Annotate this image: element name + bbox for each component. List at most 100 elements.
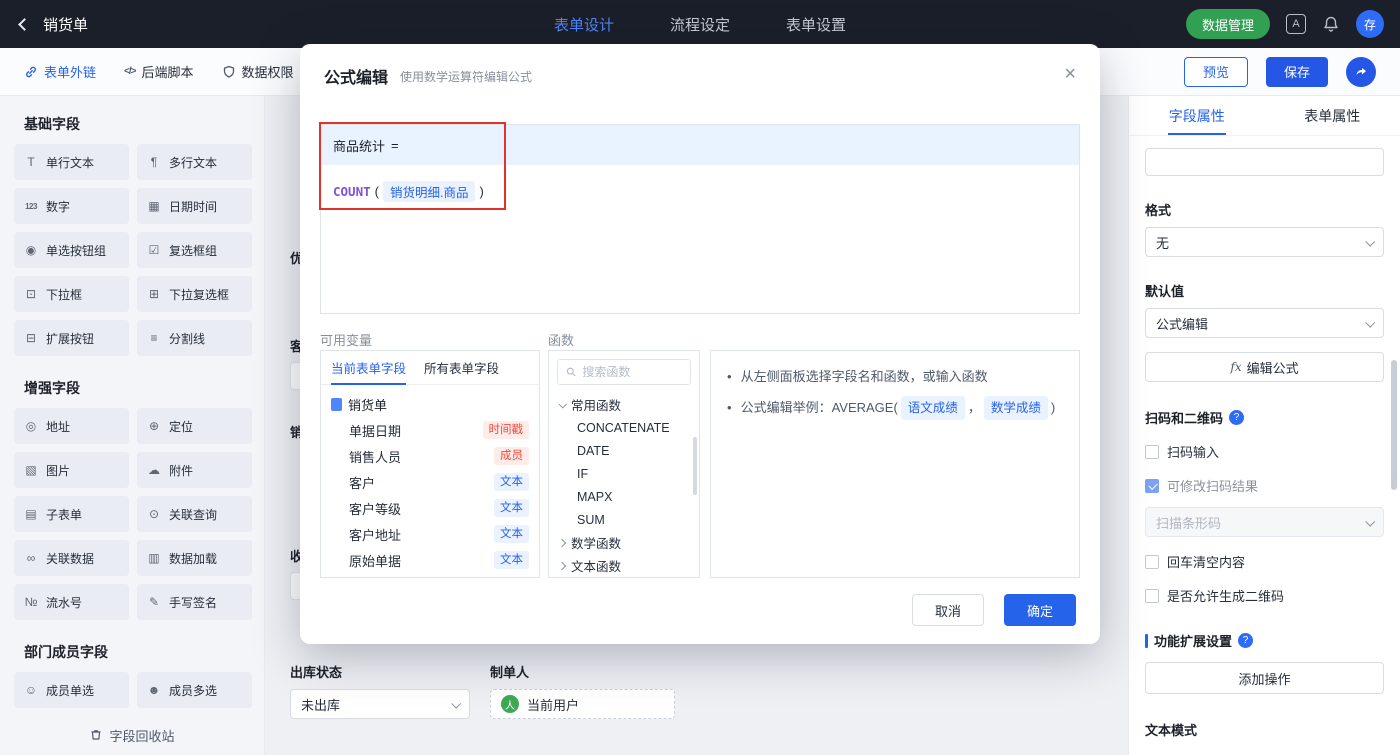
tab-all-form-fields[interactable]: 所有表单字段 xyxy=(424,351,499,384)
sidebar-item-linked-data[interactable]: ∞ 关联数据 xyxy=(14,540,129,576)
field-recycle-bin[interactable]: 字段回收站 xyxy=(0,715,264,755)
function-group-label: 数学函数 xyxy=(571,537,622,551)
sidebar-item-single-line-text[interactable]: T 单行文本 xyxy=(14,144,129,180)
backend-script-link[interactable]: </> 后端脚本 xyxy=(124,62,193,81)
current-user-chip[interactable]: 人 当前用户 xyxy=(490,689,675,719)
sidebar-item-dropdown-multiselect[interactable]: ⊞ 下拉复选框 xyxy=(137,276,252,312)
checkbox-icon[interactable] xyxy=(1145,554,1159,569)
form-external-link[interactable]: 表单外链 xyxy=(24,62,96,81)
scan-barcode-select: 扫描条形码 xyxy=(1145,507,1384,537)
trash-icon xyxy=(91,730,101,740)
scan-input-checkbox-row[interactable]: 扫码输入 xyxy=(1145,442,1384,461)
function-search-input[interactable] xyxy=(582,365,682,379)
modify-scan-result-checkbox-row[interactable]: 可修改扫码结果 xyxy=(1145,476,1384,495)
variable-name: 客户等级 xyxy=(349,501,402,517)
sidebar-item-label: 关联数据 xyxy=(46,551,95,566)
sidebar-item-image[interactable]: ▧ 图片 xyxy=(14,452,129,488)
tab-field-properties[interactable]: 字段属性 xyxy=(1129,96,1265,135)
tab-form-settings[interactable]: 表单设置 xyxy=(786,14,846,35)
add-action-button[interactable]: 添加操作 xyxy=(1145,662,1384,694)
sidebar-item-linked-query[interactable]: ⊙ 关联查询 xyxy=(137,496,252,532)
sidebar-item-label: 下拉框 xyxy=(46,287,83,302)
help-example-suffix: ) xyxy=(1050,400,1056,415)
data-permission-link[interactable]: 数据权限 xyxy=(222,62,294,81)
page-scrollbar[interactable] xyxy=(1391,360,1397,490)
tab-form-properties[interactable]: 表单属性 xyxy=(1265,96,1400,135)
function-item-if[interactable]: IF xyxy=(549,462,699,485)
formula-expression-editor[interactable]: COUNT ( 销货明细.商品 ) xyxy=(321,165,1079,218)
save-button[interactable]: 保存 xyxy=(1265,56,1328,87)
sidebar-item-divider[interactable]: ≡ 分割线 xyxy=(137,320,252,356)
sidebar-item-member-single[interactable]: ☺ 成员单选 xyxy=(14,672,129,708)
variable-row[interactable]: 单据日期 时间戳 xyxy=(331,417,529,443)
edit-formula-button[interactable]: fx 编辑公式 xyxy=(1145,352,1384,382)
enter-clear-checkbox-row[interactable]: 回车清空内容 xyxy=(1145,552,1384,571)
sidebar-item-checkbox-group[interactable]: ☑ 复选框组 xyxy=(137,232,252,268)
function-group-text[interactable]: 文本函数 xyxy=(549,554,699,577)
stock-status-select[interactable]: 未出库 xyxy=(290,689,470,719)
function-item-sum[interactable]: SUM xyxy=(549,508,699,531)
sidebar-item-serial-number[interactable]: № 流水号 xyxy=(14,584,129,620)
sidebar-item-extend-button[interactable]: ⊟ 扩展按钮 xyxy=(14,320,129,356)
formula-field-tag[interactable]: 销货明细.商品 xyxy=(382,181,476,202)
sidebar-item-number[interactable]: 123 数字 xyxy=(14,188,129,224)
allow-qrcode-checkbox-row[interactable]: 是否允许生成二维码 xyxy=(1145,586,1384,605)
member-multi-icon: ☻ xyxy=(147,683,161,697)
sidebar-item-subform[interactable]: ▤ 子表单 xyxy=(14,496,129,532)
data-manage-button[interactable]: 数据管理 xyxy=(1185,9,1270,39)
tab-current-form-fields[interactable]: 当前表单字段 xyxy=(331,351,407,385)
checkbox-icon[interactable] xyxy=(1145,444,1159,459)
sidebar-item-attachment[interactable]: ☁ 附件 xyxy=(137,452,252,488)
variables-root-form[interactable]: 销货单 xyxy=(331,391,529,417)
tab-form-design[interactable]: 表单设计 xyxy=(554,14,614,35)
function-group-common[interactable]: 常用函数 xyxy=(549,393,699,416)
sidebar-item-address[interactable]: ◎ 地址 xyxy=(14,408,129,444)
calendar-icon: ▦ xyxy=(148,199,160,213)
function-group-math[interactable]: 数学函数 xyxy=(549,531,699,554)
maker-field: 制单人 人 当前用户 xyxy=(490,662,675,719)
sidebar-item-date-time[interactable]: ▦ 日期时间 xyxy=(137,188,252,224)
sidebar-item-data-load[interactable]: ▥ 数据加载 xyxy=(137,540,252,576)
default-value-select[interactable]: 公式编辑 xyxy=(1145,308,1384,338)
functions-scrollbar[interactable] xyxy=(693,437,697,495)
format-select[interactable]: 无 xyxy=(1145,227,1384,257)
formula-paren-close: ) xyxy=(479,184,484,199)
data-permission-label: 数据权限 xyxy=(241,65,294,80)
sidebar-item-member-multi[interactable]: ☻ 成员多选 xyxy=(137,672,252,708)
variable-row[interactable]: 客户等级 文本 xyxy=(331,495,529,521)
function-item-mapx[interactable]: MAPX xyxy=(549,485,699,508)
preview-button[interactable]: 预览 xyxy=(1183,56,1248,87)
function-item-date[interactable]: DATE xyxy=(549,439,699,462)
back-chevron-icon xyxy=(18,17,31,31)
variable-row[interactable]: 销售人员 成员 xyxy=(331,443,529,469)
dropdown-multi-icon: ⊞ xyxy=(148,287,160,301)
checkbox-icon[interactable] xyxy=(1145,588,1159,603)
tab-flow-settings[interactable]: 流程设定 xyxy=(670,14,730,35)
variable-row[interactable]: 客户地址 文本 xyxy=(331,521,529,547)
sidebar-item-handwritten-signature[interactable]: ✎ 手写签名 xyxy=(137,584,252,620)
share-button[interactable] xyxy=(1346,56,1376,87)
sidebar-item-dropdown[interactable]: ⊡ 下拉框 xyxy=(14,276,129,312)
checkbox-checked-icon[interactable] xyxy=(1145,478,1159,493)
sidebar-item-label: 扩展按钮 xyxy=(46,331,95,346)
language-icon[interactable]: A xyxy=(1286,14,1306,34)
cancel-button[interactable]: 取消 xyxy=(912,594,984,626)
sidebar-item-radio-group[interactable]: ◉ 单选按钮组 xyxy=(14,232,129,268)
variable-row[interactable]: 原始单据 文本 xyxy=(331,547,529,573)
sidebar-item-multi-line-text[interactable]: ¶ 多行文本 xyxy=(137,144,252,180)
format-value: 无 xyxy=(1156,235,1170,251)
variable-row[interactable]: 客户 文本 xyxy=(331,469,529,495)
help-question-icon[interactable]: ? xyxy=(1229,410,1245,425)
property-input[interactable] xyxy=(1145,148,1384,176)
help-question-icon[interactable]: ? xyxy=(1238,633,1254,648)
sidebar-item-location[interactable]: ⊕ 定位 xyxy=(137,408,252,444)
radio-icon: ◉ xyxy=(25,243,37,257)
confirm-button[interactable]: 确定 xyxy=(1004,594,1076,626)
back-button[interactable] xyxy=(16,16,33,33)
function-search-box[interactable] xyxy=(557,359,691,385)
close-icon[interactable]: × xyxy=(1064,64,1076,84)
avatar[interactable]: 存 xyxy=(1356,10,1384,38)
notification-bell-icon[interactable] xyxy=(1322,15,1340,33)
sidebar-item-label: 图片 xyxy=(46,463,71,478)
function-item-concatenate[interactable]: CONCATENATE xyxy=(549,416,699,439)
